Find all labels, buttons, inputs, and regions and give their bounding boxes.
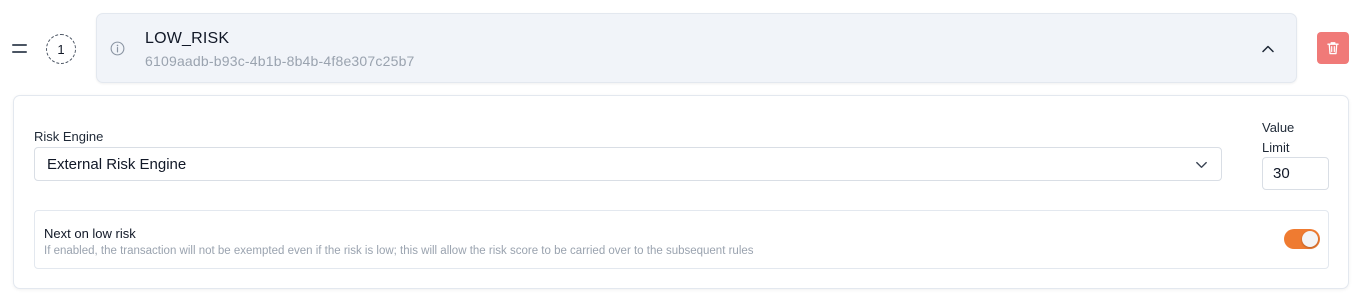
delete-rule-button[interactable]: [1317, 32, 1349, 64]
rule-header[interactable]: LOW_RISK 6109aadb-b93c-4b1b-8b4b-4f8e307…: [96, 13, 1297, 83]
trash-icon: [1327, 42, 1339, 55]
value-limit-input[interactable]: [1262, 157, 1329, 190]
toggle-knob: [1302, 231, 1318, 247]
drag-handle-icon[interactable]: [12, 44, 27, 53]
rule-body-panel: Risk Engine External Risk Engine Value L…: [13, 95, 1349, 289]
next-on-low-risk-title: Next on low risk: [44, 226, 136, 241]
risk-engine-label: Risk Engine: [34, 129, 104, 144]
chevron-down-icon: [1196, 161, 1207, 169]
rule-id: 6109aadb-b93c-4b1b-8b4b-4f8e307c25b7: [145, 53, 415, 69]
risk-engine-select[interactable]: External Risk Engine: [34, 147, 1222, 181]
value-limit-label: Value Limit: [1262, 120, 1295, 155]
chevron-up-icon[interactable]: [1260, 41, 1276, 57]
rule-editor: 1 LOW_RISK 6109aadb-b93c-4b1b-8b4b-4f8e3…: [0, 0, 1363, 302]
rule-order-badge: 1: [46, 34, 76, 64]
next-on-low-risk-card: Next on low risk If enabled, the transac…: [34, 210, 1329, 269]
next-on-low-risk-toggle[interactable]: [1284, 229, 1320, 249]
info-icon: [110, 41, 125, 56]
next-on-low-risk-description: If enabled, the transaction will not be …: [44, 245, 754, 257]
risk-engine-value: External Risk Engine: [47, 156, 187, 173]
rule-name: LOW_RISK: [145, 30, 230, 47]
